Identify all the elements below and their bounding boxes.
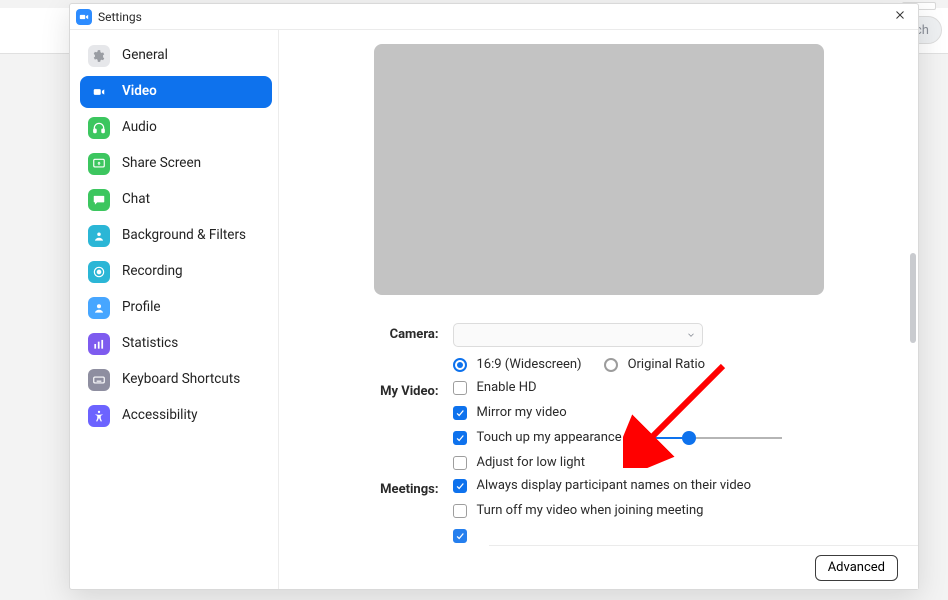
- gear-icon: [88, 45, 110, 67]
- video-camera-icon: [88, 81, 110, 103]
- sidebar-item-profile[interactable]: Profile: [80, 292, 272, 324]
- sidebar-item-label: Background & Filters: [122, 229, 246, 243]
- turn-off-video-joining-checkbox[interactable]: Turn off my video when joining meeting: [453, 503, 849, 518]
- content-footer: Advanced: [489, 545, 918, 589]
- sidebar-item-recording[interactable]: Recording: [80, 256, 272, 288]
- sidebar-item-label: Audio: [122, 121, 157, 135]
- checkbox-label: Adjust for low light: [477, 455, 585, 470]
- cutoff-checkbox[interactable]: .: [453, 528, 849, 543]
- close-button[interactable]: [890, 7, 910, 27]
- sidebar-item-label: Video: [122, 85, 157, 99]
- chevron-down-icon: [686, 329, 696, 344]
- keyboard-icon: [88, 369, 110, 391]
- share-screen-icon: [88, 153, 110, 175]
- sidebar-item-label: Chat: [122, 193, 150, 207]
- checkbox-label: Mirror my video: [477, 405, 567, 420]
- sidebar-item-label: Profile: [122, 301, 161, 315]
- settings-content: Camera: 16:9 (W: [279, 30, 918, 589]
- sidebar-item-label: Accessibility: [122, 409, 198, 423]
- aspect-ratio-original-radio[interactable]: Original Ratio: [604, 357, 706, 372]
- mirror-video-checkbox[interactable]: Mirror my video: [453, 405, 849, 420]
- sidebar-item-chat[interactable]: Chat: [80, 184, 272, 216]
- always-display-names-checkbox[interactable]: Always display participant names on thei…: [453, 478, 849, 493]
- scrollbar-thumb[interactable]: [910, 253, 916, 343]
- background-filters-icon: [88, 225, 110, 247]
- sidebar-item-label: Statistics: [122, 337, 178, 351]
- checkbox-label: Enable HD: [477, 380, 537, 395]
- statistics-icon: [88, 333, 110, 355]
- sidebar-item-share-screen[interactable]: Share Screen: [80, 148, 272, 180]
- checkbox-label: Always display participant names on thei…: [477, 478, 751, 493]
- enable-hd-checkbox[interactable]: Enable HD: [453, 380, 849, 395]
- sidebar-item-keyboard-shortcuts[interactable]: Keyboard Shortcuts: [80, 364, 272, 396]
- aspect-ratio-wide-radio[interactable]: 16:9 (Widescreen): [453, 357, 582, 372]
- sidebar-item-label: Keyboard Shortcuts: [122, 373, 240, 387]
- sidebar-item-general[interactable]: General: [80, 40, 272, 72]
- checkbox-label: Turn off my video when joining meeting: [477, 503, 704, 518]
- sidebar-item-label: Recording: [122, 265, 183, 279]
- window-titlebar: Settings: [70, 4, 918, 30]
- my-video-label: My Video:: [349, 380, 439, 399]
- camera-label: Camera:: [349, 323, 439, 342]
- touch-up-appearance-checkbox[interactable]: Touch up my appearance: [453, 430, 849, 445]
- sidebar-item-accessibility[interactable]: Accessibility: [80, 400, 272, 432]
- video-preview: [374, 44, 824, 295]
- chat-bubble-icon: [88, 189, 110, 211]
- camera-select[interactable]: [453, 323, 703, 347]
- meetings-label: Meetings:: [349, 478, 439, 497]
- window-title: Settings: [98, 10, 142, 24]
- touch-up-slider[interactable]: [642, 431, 782, 445]
- scrollbar[interactable]: [908, 52, 916, 531]
- adjust-low-light-checkbox[interactable]: Adjust for low light: [453, 455, 849, 470]
- radio-label: 16:9 (Widescreen): [477, 357, 582, 372]
- accessibility-icon: [88, 405, 110, 427]
- sidebar-item-label: Share Screen: [122, 157, 201, 171]
- sidebar-item-background-filters[interactable]: Background & Filters: [80, 220, 272, 252]
- recording-icon: [88, 261, 110, 283]
- zoom-app-icon: [76, 9, 92, 25]
- sidebar-item-statistics[interactable]: Statistics: [80, 328, 272, 360]
- checkbox-label: Touch up my appearance: [477, 430, 622, 445]
- settings-sidebar: General Video Audio: [70, 30, 279, 589]
- advanced-button[interactable]: Advanced: [815, 555, 898, 581]
- sidebar-item-audio[interactable]: Audio: [80, 112, 272, 144]
- headphones-icon: [88, 117, 110, 139]
- settings-window: Settings General: [69, 3, 919, 590]
- close-icon: [894, 9, 906, 25]
- profile-icon: [88, 297, 110, 319]
- radio-label: Original Ratio: [628, 357, 706, 372]
- sidebar-item-video[interactable]: Video: [80, 76, 272, 108]
- sidebar-item-label: General: [122, 49, 168, 63]
